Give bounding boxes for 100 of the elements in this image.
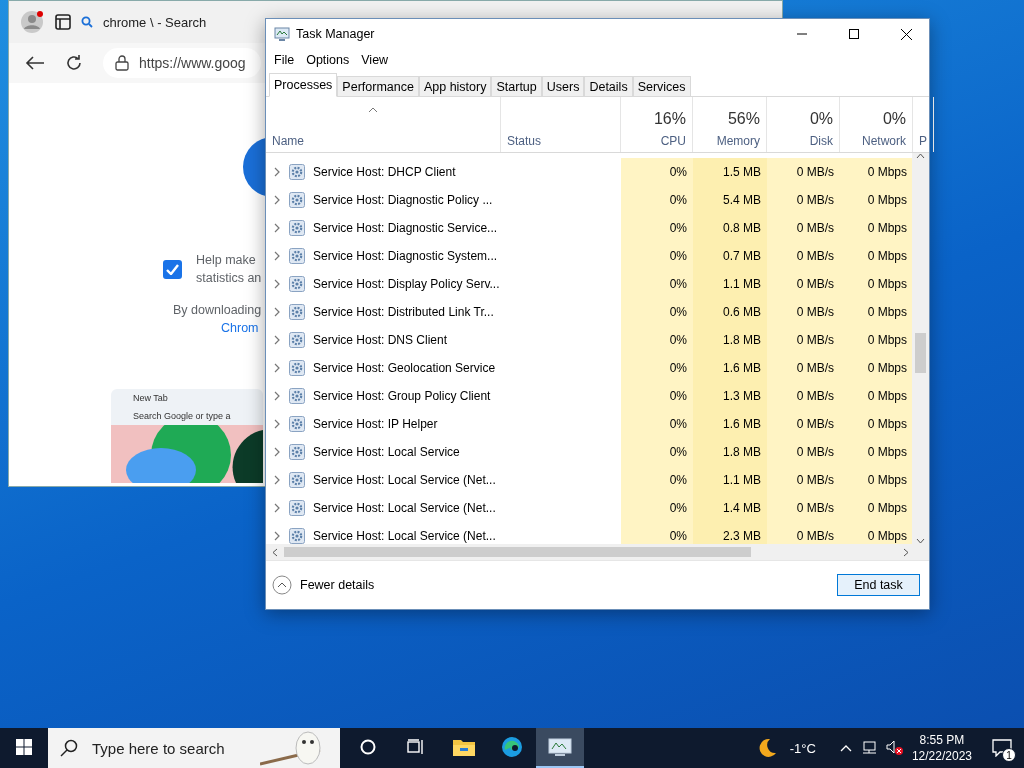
process-name[interactable]: Service Host: Local Service (Net... — [313, 529, 496, 543]
browser-tab[interactable]: chrome \ - Search — [103, 14, 207, 30]
gear-icon — [289, 444, 305, 460]
chevron-right-icon[interactable] — [274, 391, 281, 401]
url-text: https://www.goog — [139, 55, 246, 71]
process-name[interactable]: Service Host: DNS Client — [313, 333, 448, 347]
table-cell: 0% — [621, 214, 693, 242]
tab[interactable]: App history — [418, 76, 492, 96]
search-field[interactable]: Type here to search — [90, 738, 248, 758]
column-header[interactable]: Status — [507, 134, 542, 148]
chevron-right-icon[interactable] — [274, 307, 281, 317]
table-cell: 0 Mbps — [840, 494, 912, 522]
gear-icon — [289, 360, 305, 376]
column-header[interactable]: Name — [272, 134, 304, 148]
column-usage-percent: 16% — [653, 110, 686, 128]
back-icon[interactable] — [25, 55, 45, 71]
table-cell: 0 Mbps — [840, 410, 912, 438]
consent-checkbox[interactable] — [163, 259, 182, 279]
column-header[interactable]: Memory — [716, 134, 760, 148]
table-cell: 1.1 MB — [693, 466, 767, 494]
table-cell: 0 Mbps — [840, 270, 912, 298]
tab[interactable]: Users — [541, 76, 585, 96]
table-cell: 2.3 MB — [693, 522, 767, 544]
weather-temperature[interactable]: -1°C — [789, 740, 816, 756]
close-icon — [900, 28, 912, 40]
table-cell: 0 MB/s — [767, 466, 840, 494]
tab[interactable]: Performance — [337, 76, 419, 96]
terms-link[interactable]: Chrom — [221, 321, 259, 335]
chevron-right-icon[interactable] — [274, 447, 281, 457]
horizontal-scrollbar[interactable] — [266, 544, 929, 560]
taskbar-search-bar[interactable]: Type here to search — [48, 728, 340, 768]
chevron-right-icon[interactable] — [274, 251, 281, 261]
menu-item[interactable]: File — [270, 53, 299, 67]
scroll-left-icon[interactable] — [272, 547, 278, 557]
table-cell: 0.6 MB — [693, 298, 767, 326]
tab[interactable]: Services — [632, 76, 691, 96]
menu-item[interactable]: View — [357, 53, 393, 67]
process-name[interactable]: Service Host: Display Policy Serv... — [313, 277, 500, 291]
column-header[interactable]: Network — [862, 134, 906, 148]
table-cell: 1.8 MB — [693, 438, 767, 466]
scroll-down-icon[interactable] — [916, 538, 925, 544]
process-name[interactable]: Service Host: DHCP Client — [313, 165, 456, 179]
tab[interactable]: Processes — [269, 73, 338, 97]
chevron-right-icon[interactable] — [274, 475, 281, 485]
gear-icon — [289, 276, 305, 292]
tab[interactable]: Details — [584, 76, 633, 96]
table-cell: 0 MB/s — [767, 242, 840, 270]
vertical-scrollbar[interactable] — [912, 153, 929, 544]
process-name[interactable]: Service Host: Distributed Link Tr... — [313, 305, 494, 319]
table-cell: 0% — [621, 522, 693, 544]
chevron-up-icon[interactable] — [839, 744, 852, 752]
process-name[interactable]: Service Host: Diagnostic Service... — [313, 221, 498, 235]
process-name[interactable]: Service Host: Diagnostic Policy ... — [313, 193, 493, 207]
table-cell: 0 Mbps — [840, 214, 912, 242]
task-manager-icon — [274, 26, 290, 42]
clock[interactable]: 8:55 PM 12/22/2023 — [903, 732, 980, 764]
end-task-button[interactable]: End task — [837, 574, 920, 596]
scroll-right-icon[interactable] — [903, 547, 909, 557]
refresh-icon[interactable] — [65, 54, 83, 72]
tab-actions-icon[interactable] — [55, 14, 71, 30]
preview-tab-text: New Tab — [133, 393, 168, 403]
chevron-right-icon[interactable] — [274, 363, 281, 373]
tab[interactable]: Startup — [491, 76, 542, 96]
chevron-right-icon[interactable] — [274, 531, 281, 541]
chevron-right-icon[interactable] — [274, 167, 281, 177]
fewer-details-button[interactable]: Fewer details — [272, 575, 375, 595]
profile-avatar-icon[interactable] — [21, 10, 45, 34]
sort-caret-icon[interactable] — [368, 107, 378, 113]
table-cell: 0 Mbps — [840, 186, 912, 214]
chevron-right-icon[interactable] — [274, 279, 281, 289]
column-header[interactable]: P — [919, 134, 927, 148]
process-name[interactable]: Service Host: Geolocation Service — [313, 361, 496, 375]
column-header[interactable]: CPU — [660, 134, 686, 148]
process-name[interactable]: Service Host: Diagnostic System... — [313, 249, 498, 263]
process-name[interactable]: Service Host: IP Helper — [313, 417, 438, 431]
chevron-right-icon[interactable] — [274, 223, 281, 233]
task-manager-taskbar-icon[interactable] — [536, 728, 584, 768]
chevron-right-icon[interactable] — [274, 335, 281, 345]
scrollbar-thumb[interactable] — [915, 333, 926, 373]
column-header[interactable]: Disk — [809, 134, 833, 148]
windows-icon — [16, 739, 32, 755]
gear-icon — [289, 388, 305, 404]
scroll-up-icon[interactable] — [916, 153, 925, 159]
chevron-right-icon[interactable] — [274, 195, 281, 205]
table-cell: 0 Mbps — [840, 354, 912, 382]
menu-item[interactable]: Options — [302, 53, 354, 67]
gear-icon — [289, 528, 305, 544]
scrollbar-thumb[interactable] — [284, 547, 751, 557]
process-name[interactable]: Service Host: Group Policy Client — [313, 389, 491, 403]
table-cell: 0.8 MB — [693, 214, 767, 242]
notifications-button[interactable]: 1 — [980, 728, 1024, 768]
process-name[interactable]: Service Host: Local Service (Net... — [313, 501, 496, 515]
process-name[interactable]: Service Host: Local Service — [313, 445, 460, 459]
volume-muted-icon[interactable] — [885, 740, 904, 756]
gear-icon — [289, 248, 305, 264]
chevron-right-icon[interactable] — [274, 419, 281, 429]
gear-icon — [289, 416, 305, 432]
chevron-right-icon[interactable] — [274, 503, 281, 513]
process-name[interactable]: Service Host: Local Service (Net... — [313, 473, 496, 487]
address-bar[interactable]: https://www.goog — [103, 48, 261, 78]
